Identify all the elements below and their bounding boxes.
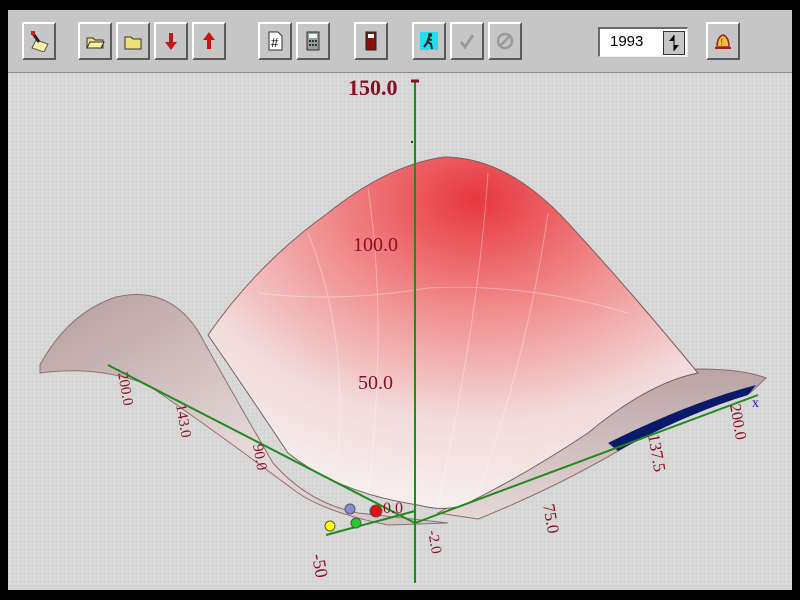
alarm-button[interactable]: !	[706, 22, 740, 60]
z-tick-label: 150.0	[348, 75, 398, 100]
cancel-button[interactable]	[488, 22, 522, 60]
surface-plot: 150.0 100.0 50.0 75.0 137.5 200.0 x 200.…	[8, 73, 792, 590]
svg-text:#: #	[271, 35, 279, 50]
running-man-icon	[420, 32, 438, 50]
app-frame: # 1993 ! 150.0 100.0 50.0 75.0 137.5 200…	[0, 0, 800, 600]
confirm-button[interactable]	[450, 22, 484, 60]
checkmark-icon	[459, 34, 475, 50]
arrow-down-icon	[165, 33, 177, 50]
arrow-up-icon	[203, 32, 215, 49]
z-tick-label: 50.0	[358, 372, 393, 394]
move-down-button[interactable]	[154, 22, 188, 60]
spin-arrows-icon[interactable]	[663, 31, 685, 55]
no-symbol-icon	[496, 32, 514, 50]
move-up-button[interactable]	[192, 22, 226, 60]
device-button[interactable]	[354, 22, 388, 60]
paintbrush-button[interactable]	[22, 22, 56, 60]
alarm-bell-icon: !	[715, 34, 731, 49]
phone-device-icon	[365, 31, 377, 51]
axis-tick	[411, 141, 413, 143]
origin-label: 0.0	[383, 500, 403, 517]
year-value[interactable]: 1993	[610, 33, 643, 50]
folder-open-icon	[86, 37, 105, 49]
hash-sheet-icon: #	[268, 31, 283, 51]
z-tick-label: 100.0	[353, 234, 398, 256]
marker-yellow[interactable]	[324, 520, 336, 532]
toolbar: # 1993 !	[8, 10, 792, 73]
x-axis-end-label: x	[752, 396, 759, 411]
grid-sheet-button[interactable]: #	[258, 22, 292, 60]
run-button[interactable]	[412, 22, 446, 60]
svg-text:!: !	[721, 37, 724, 47]
folder-button[interactable]	[116, 22, 150, 60]
marker-red[interactable]	[369, 504, 383, 518]
bottom-left-label: -50	[308, 552, 332, 579]
open-file-button[interactable]	[78, 22, 112, 60]
surface-plot-area[interactable]: 150.0 100.0 50.0 75.0 137.5 200.0 x 200.…	[8, 73, 792, 590]
calculator-icon	[306, 31, 320, 51]
year-spinner[interactable]: 1993	[598, 27, 688, 57]
folder-icon	[124, 36, 142, 50]
marker-blue[interactable]	[344, 503, 356, 515]
marker-green[interactable]	[350, 517, 362, 529]
calculator-button[interactable]	[296, 22, 330, 60]
paintbrush-icon	[30, 31, 49, 52]
